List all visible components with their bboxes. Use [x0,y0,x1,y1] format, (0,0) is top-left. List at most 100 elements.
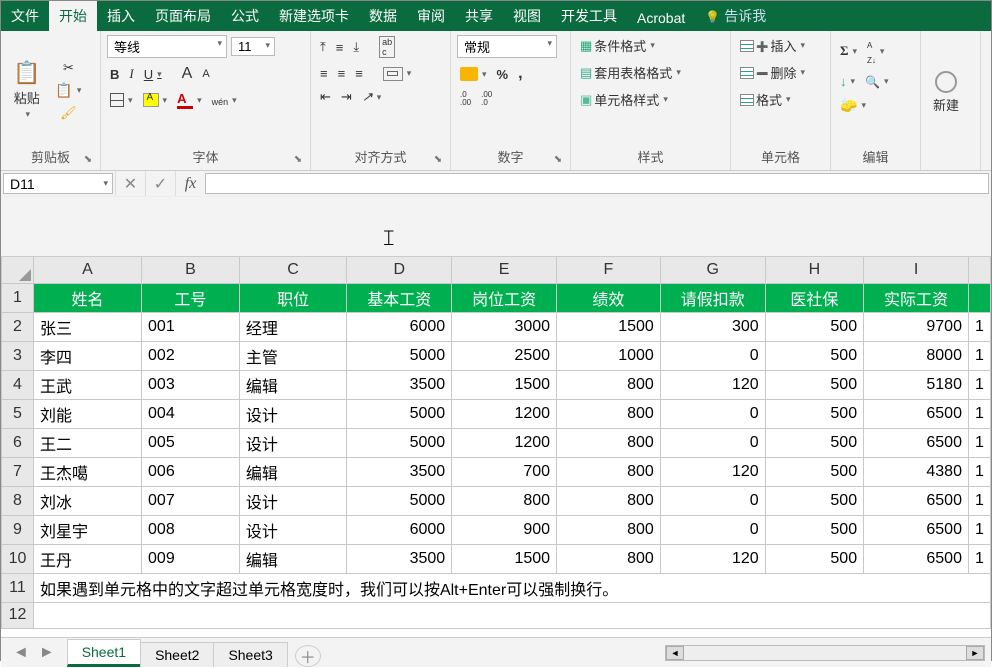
italic-button[interactable]: I [126,65,136,83]
cell[interactable]: 6500 [864,544,969,573]
name-box[interactable]: D11 [3,173,113,194]
col-header-A[interactable]: A [33,257,141,283]
cell[interactable]: 3500 [347,544,452,573]
cell[interactable]: 800 [452,486,557,515]
sort-filter-button[interactable] [864,35,887,67]
increase-decimal-button[interactable] [457,90,474,109]
cell[interactable]: 刘冰 [33,486,141,515]
cell[interactable]: 1000 [557,341,661,370]
cell[interactable]: 1500 [557,312,661,341]
column-headers[interactable]: A B C D E F G H I [2,257,991,283]
clipboard-launcher[interactable]: ⬊ [82,154,94,166]
tab-file[interactable]: 文件 [1,1,49,31]
cell[interactable]: 工号 [142,283,240,312]
cell[interactable]: 主管 [239,341,346,370]
row-header[interactable]: 9 [2,515,34,544]
align-top-button[interactable] [317,38,329,56]
row-header[interactable]: 11 [2,573,34,602]
cell[interactable]: 编辑 [239,544,346,573]
select-all-corner[interactable] [2,257,34,283]
font-size-selector[interactable]: 11 [231,37,275,56]
row-header[interactable]: 6 [2,428,34,457]
bold-button[interactable]: B [107,66,122,83]
tab-new[interactable]: 新建选项卡 [269,1,359,31]
cell[interactable]: 1 [968,312,990,341]
cell[interactable]: 5000 [347,486,452,515]
cell[interactable]: 设计 [239,486,346,515]
col-header-overflow[interactable] [968,257,990,283]
cell[interactable]: 800 [557,428,661,457]
cell[interactable]: 0 [660,486,765,515]
cell[interactable]: 王武 [33,370,141,399]
row-header[interactable]: 10 [2,544,34,573]
tab-home[interactable]: 开始 [49,1,97,31]
cell[interactable]: 1 [968,428,990,457]
font-launcher[interactable]: ⬊ [292,154,304,166]
col-header-H[interactable]: H [765,257,863,283]
col-header-I[interactable]: I [864,257,969,283]
sheet-nav-prev[interactable]: ◄ [9,642,33,664]
tab-review[interactable]: 审阅 [407,1,455,31]
cell[interactable]: 004 [142,399,240,428]
cell[interactable]: 1200 [452,399,557,428]
cell[interactable]: 009 [142,544,240,573]
cell[interactable]: 4380 [864,457,969,486]
tab-insert[interactable]: 插入 [97,1,145,31]
col-header-G[interactable]: G [660,257,765,283]
cell[interactable]: 500 [765,341,863,370]
cell[interactable]: 5000 [347,341,452,370]
cell[interactable]: 1500 [452,370,557,399]
horizontal-scrollbar[interactable]: ◄ ► [321,645,991,661]
cell[interactable]: 张三 [33,312,141,341]
grow-font-button[interactable]: A [179,64,196,84]
cell[interactable]: 设计 [239,399,346,428]
cell[interactable]: 900 [452,515,557,544]
cell[interactable]: 6500 [864,486,969,515]
number-format-selector[interactable]: 常规 [457,35,557,58]
format-as-table-button[interactable]: 套用表格格式 [577,62,724,83]
cell[interactable]: 编辑 [239,370,346,399]
formula-bar-expanded[interactable]: 𝙸 [1,196,991,256]
new-button[interactable]: 新建 [927,67,965,118]
cell[interactable]: 3000 [452,312,557,341]
cell[interactable]: 李四 [33,341,141,370]
cell[interactable]: 1500 [452,544,557,573]
cell[interactable]: 6000 [347,312,452,341]
tab-share[interactable]: 共享 [455,1,503,31]
align-bottom-button[interactable] [350,38,362,56]
find-select-button[interactable] [862,73,891,90]
cell[interactable]: 120 [660,370,765,399]
cell[interactable]: 9700 [864,312,969,341]
cell[interactable] [33,602,990,628]
sheet-tab-1[interactable]: Sheet1 [67,639,141,667]
row-header[interactable]: 1 [2,283,34,312]
fill-color-button[interactable] [140,92,171,108]
cell[interactable]: 0 [660,428,765,457]
align-left-button[interactable] [317,65,331,82]
delete-cells-button[interactable]: 删除 [737,62,824,83]
col-header-E[interactable]: E [452,257,557,283]
percent-button[interactable] [494,66,512,83]
cell[interactable]: 007 [142,486,240,515]
sheet-tab-3[interactable]: Sheet3 [213,642,287,667]
accounting-format-button[interactable] [457,66,490,82]
cell[interactable]: 003 [142,370,240,399]
cell[interactable]: 6500 [864,515,969,544]
tab-formulas[interactable]: 公式 [221,1,269,31]
cell[interactable]: 医社保 [765,283,863,312]
cell[interactable]: 500 [765,486,863,515]
shrink-font-button[interactable]: A [199,67,212,81]
increase-indent-button[interactable] [338,88,355,106]
orientation-button[interactable] [359,88,384,106]
cell[interactable]: 005 [142,428,240,457]
scroll-left-button[interactable]: ◄ [666,646,684,660]
cell[interactable]: 5000 [347,428,452,457]
comma-style-button[interactable] [515,64,525,84]
format-painter-button[interactable] [57,104,80,122]
cell[interactable]: 王杰噶 [33,457,141,486]
decrease-decimal-button[interactable] [478,90,495,109]
worksheet-grid[interactable]: A B C D E F G H I 1 姓名 工号 职位 基本工资 岗位工资 绩… [1,257,991,637]
cut-button[interactable] [60,59,77,77]
cell[interactable]: 2500 [452,341,557,370]
cell[interactable]: 1 [968,544,990,573]
